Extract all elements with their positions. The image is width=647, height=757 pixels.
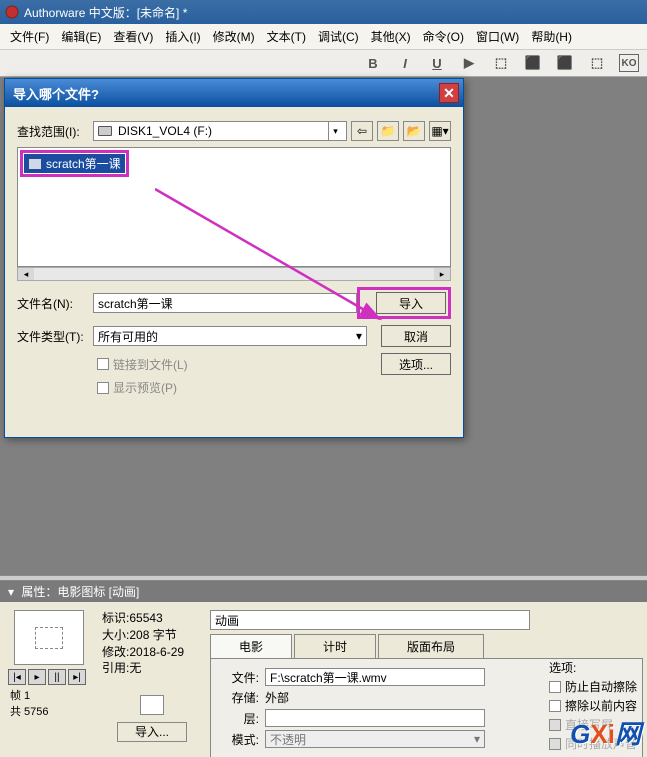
menu-modify[interactable]: 修改(M) — [207, 26, 261, 47]
filename-input[interactable] — [93, 293, 357, 313]
layer-input[interactable] — [265, 709, 485, 727]
highlight-annotation-file: scratch第一课 — [20, 150, 129, 177]
drive-icon — [98, 126, 112, 136]
scroll-right-icon[interactable]: ▸ — [434, 268, 450, 280]
prop-import-button[interactable]: 导入... — [117, 722, 187, 742]
menu-debug[interactable]: 调试(C) — [312, 26, 365, 47]
app-icon — [4, 4, 20, 20]
link-checkbox[interactable] — [97, 358, 109, 370]
pause-button[interactable]: || — [48, 669, 66, 685]
app-title: Authorware 中文版：[未命名] * — [24, 4, 187, 21]
toolbar-italic[interactable]: I — [395, 54, 415, 72]
link-checkbox-label: 链接到文件(L) — [113, 356, 188, 373]
opt1-checkbox[interactable] — [549, 681, 561, 693]
menu-text[interactable]: 文本(T) — [261, 26, 312, 47]
menu-command[interactable]: 命令(O) — [417, 26, 470, 47]
dialog-titlebar: 导入哪个文件? ✕ — [5, 79, 463, 107]
properties-panel-title: ▾ 属性：电影图标 [动画] — [0, 581, 647, 602]
toolbar-icon-5[interactable]: ⬚ — [491, 54, 511, 72]
chevron-down-icon: ▾ — [474, 732, 480, 746]
total-label: 共 5756 — [10, 706, 49, 718]
preview-checkbox-label: 显示预览(P) — [113, 379, 177, 396]
highlight-annotation-button: 导入 — [357, 287, 451, 319]
close-icon[interactable]: ✕ — [439, 83, 459, 103]
filetype-label: 文件类型(T): — [17, 328, 93, 345]
drive-text: DISK1_VOL4 (F:) — [118, 124, 212, 138]
rewind-button[interactable]: |◂ — [8, 669, 26, 685]
scroll-left-icon[interactable]: ◂ — [18, 268, 34, 280]
toolbar-bold[interactable]: B — [363, 54, 383, 72]
preview-thumbnail — [14, 610, 84, 665]
frame-label: 帧 1 — [10, 690, 30, 702]
properties-panel: |◂ ▸ || ▸| 帧 1 共 5756 标识:65543 大小:208 字节… — [0, 602, 647, 757]
mode-dropdown[interactable]: 不透明 ▾ — [265, 730, 485, 748]
up-folder-button[interactable]: 📁 — [377, 121, 399, 141]
options-button[interactable]: 选项... — [381, 353, 451, 375]
dialog-title-text: 导入哪个文件? — [13, 84, 99, 103]
lookin-label: 查找范围(I): — [17, 123, 93, 140]
toolbar: B I U ▶ ⬚ ⬛ ⬛ ⬚ KO — [0, 50, 647, 77]
id-value: 65543 — [129, 611, 162, 625]
chevron-down-icon: ▾ — [356, 329, 362, 343]
import-button[interactable]: 导入 — [376, 292, 446, 314]
file-item[interactable]: scratch第一课 — [24, 154, 125, 173]
workspace: 导入哪个文件? ✕ 查找范围(I): DISK1_VOL4 (F:) ▾ ⇦ 📁… — [0, 77, 647, 575]
menu-insert[interactable]: 插入(I) — [159, 26, 206, 47]
link-checkbox-row: 链接到文件(L) 选项... — [97, 353, 451, 375]
cancel-button[interactable]: 取消 — [381, 325, 451, 347]
file-list-scrollbar[interactable]: ◂ ▸ — [17, 267, 451, 281]
file-item-label: scratch第一课 — [46, 155, 121, 172]
toolbar-icon-8[interactable]: ⬚ — [587, 54, 607, 72]
icon-preview — [140, 695, 164, 715]
menu-view[interactable]: 查看(V) — [107, 26, 159, 47]
import-dialog: 导入哪个文件? ✕ 查找范围(I): DISK1_VOL4 (F:) ▾ ⇦ 📁… — [4, 78, 464, 438]
mod-value: 2018-6-29 — [129, 645, 184, 659]
size-value: 208 字节 — [129, 628, 176, 642]
watermark: GXi网 — [570, 714, 641, 751]
app-titlebar: Authorware 中文版：[未命名] * — [0, 0, 647, 24]
opt2-checkbox[interactable] — [549, 700, 561, 712]
play-button[interactable]: ▸ — [28, 669, 46, 685]
menu-other[interactable]: 其他(X) — [365, 26, 417, 47]
menu-file[interactable]: 文件(F) — [4, 26, 55, 47]
toolbar-play-icon[interactable]: ▶ — [459, 54, 479, 72]
menu-window[interactable]: 窗口(W) — [470, 26, 525, 47]
ffwd-button[interactable]: ▸| — [68, 669, 86, 685]
ref-value: 无 — [129, 661, 141, 675]
tab-movie[interactable]: 电影 — [210, 634, 292, 658]
filetype-value: 所有可用的 — [98, 328, 158, 345]
file-icon — [28, 158, 42, 170]
toolbar-ko-icon[interactable]: KO — [619, 54, 639, 72]
menu-edit[interactable]: 编辑(E) — [55, 26, 107, 47]
menubar: 文件(F) 编辑(E) 查看(V) 插入(I) 修改(M) 文本(T) 调试(C… — [0, 24, 647, 50]
toolbar-icon-6[interactable]: ⬛ — [523, 54, 543, 72]
filetype-dropdown[interactable]: 所有可用的 ▾ — [93, 326, 367, 346]
tab-layout[interactable]: 版面布局 — [378, 634, 484, 658]
new-folder-button[interactable]: 📂 — [403, 121, 425, 141]
movie-name-input[interactable] — [210, 610, 530, 630]
toolbar-underline[interactable]: U — [427, 54, 447, 72]
lookin-dropdown[interactable]: DISK1_VOL4 (F:) ▾ — [93, 121, 347, 141]
menu-help[interactable]: 帮助(H) — [525, 26, 578, 47]
toolbar-icon-7[interactable]: ⬛ — [555, 54, 575, 72]
back-button[interactable]: ⇦ — [351, 121, 373, 141]
preview-checkbox-row: 显示预览(P) — [97, 379, 451, 396]
filename-label: 文件名(N): — [17, 295, 93, 312]
view-menu-button[interactable]: ▦▾ — [429, 121, 451, 141]
opt4-checkbox — [549, 738, 561, 750]
file-list[interactable]: scratch第一课 — [17, 147, 451, 267]
tab-timing[interactable]: 计时 — [294, 634, 376, 658]
preview-checkbox[interactable] — [97, 382, 109, 394]
file-path-input[interactable] — [265, 668, 485, 686]
chevron-down-icon: ▾ — [328, 122, 342, 140]
opt3-checkbox — [549, 719, 561, 731]
